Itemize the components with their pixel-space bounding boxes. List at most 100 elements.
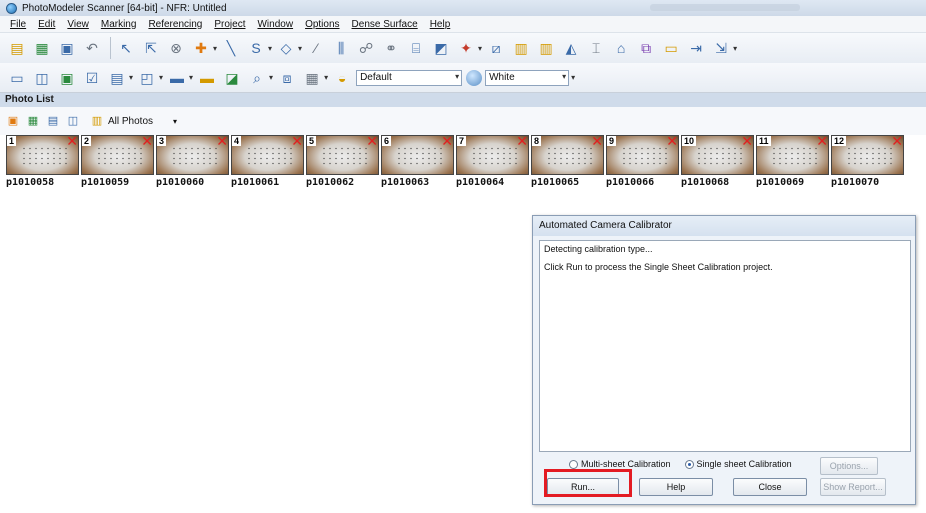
photo-thumbnail[interactable]: 4 ✕ p1010061 [231, 135, 304, 193]
chevron-down-icon[interactable]: ▾ [298, 44, 302, 53]
menu-help[interactable]: Help [424, 19, 457, 30]
photo-thumbnail[interactable]: 7 ✕ p1010064 [456, 135, 529, 193]
table2-icon[interactable]: ▥ [535, 37, 557, 59]
options-button[interactable]: Options... [820, 457, 878, 475]
chevron-down-icon[interactable]: ▾ [129, 73, 133, 82]
background-color-combo[interactable]: White ▾ [485, 69, 570, 86]
photo-image[interactable]: 11 ✕ [756, 135, 829, 175]
display-mode-combo[interactable]: Default ▾ [356, 69, 463, 86]
photo-thumbnail[interactable]: 3 ✕ p1010060 [156, 135, 229, 193]
display-mode-icon[interactable]: ◒ [331, 67, 353, 89]
chevron-down-icon[interactable]: ▾ [189, 73, 193, 82]
photo-thumbnail[interactable]: 2 ✕ p1010059 [81, 135, 154, 193]
photo-image[interactable]: 2 ✕ [81, 135, 154, 175]
photo-properties-icon[interactable]: ◫ [66, 114, 80, 128]
export-icon[interactable]: ⇥ [685, 37, 707, 59]
image-icon[interactable]: ◪ [221, 67, 243, 89]
show-report-button[interactable]: Show Report... [820, 478, 886, 496]
chevron-down-icon[interactable]: ▾ [733, 44, 737, 53]
panel-icon[interactable]: ▬ [166, 67, 188, 89]
photo-thumbnail[interactable]: 8 ✕ p1010065 [531, 135, 604, 193]
menu-file[interactable]: File [4, 19, 32, 30]
photo-thumbnail[interactable]: 12 ✕ p1010070 [831, 135, 904, 193]
export2-icon[interactable]: ⇲ [710, 37, 732, 59]
camera-icon[interactable]: ◩ [430, 37, 452, 59]
thumbnail-size-icon[interactable]: ▣ [6, 114, 20, 128]
list-view-icon[interactable]: ▤ [46, 114, 60, 128]
new-project-icon[interactable]: ▤ [6, 37, 28, 59]
grid-icon[interactable]: ▦ [301, 67, 323, 89]
photo-image[interactable]: 5 ✕ [306, 135, 379, 175]
photo-image[interactable]: 10 ✕ [681, 135, 754, 175]
process-icon[interactable]: ⧄ [485, 37, 507, 59]
ruler-icon[interactable]: ▬ [196, 67, 218, 89]
chevron-down-icon[interactable]: ▾ [571, 73, 575, 82]
mark-line-icon[interactable]: ╲ [220, 37, 242, 59]
photo-thumbnail[interactable]: 5 ✕ p1010062 [306, 135, 379, 193]
open-project-icon[interactable]: ▦ [31, 37, 53, 59]
graph-icon[interactable]: ◭ [560, 37, 582, 59]
measure-icon[interactable]: ⌶ [585, 37, 607, 59]
mesh-icon[interactable]: ⧉ [635, 37, 657, 59]
menu-view[interactable]: View [61, 19, 95, 30]
photo-image[interactable]: 8 ✕ [531, 135, 604, 175]
window-icon[interactable]: ◰ [136, 67, 158, 89]
photo-image[interactable]: 9 ✕ [606, 135, 679, 175]
menu-project[interactable]: Project [208, 19, 251, 30]
menu-referencing[interactable]: Referencing [142, 19, 208, 30]
chevron-down-icon[interactable]: ▾ [213, 44, 217, 53]
photo-image[interactable]: 3 ✕ [156, 135, 229, 175]
fit-icon[interactable]: ⧈ [276, 67, 298, 89]
mark-point-icon[interactable]: ✚ [190, 37, 212, 59]
photo-thumbnail[interactable]: 10 ✕ p1010068 [681, 135, 754, 193]
log-line: Click Run to process the Single Sheet Ca… [544, 262, 773, 272]
menu-window[interactable]: Window [251, 19, 299, 30]
reference-icon[interactable]: ☍ [355, 37, 377, 59]
photo-filter-combo[interactable]: ▥ All Photos ▾ [90, 114, 177, 128]
edge-icon[interactable]: ⁄ [305, 37, 327, 59]
view-zoom-icon[interactable]: ◫ [31, 67, 53, 89]
photo-image[interactable]: 7 ✕ [456, 135, 529, 175]
menu-edit[interactable]: Edit [32, 19, 61, 30]
close-button[interactable]: Close [733, 478, 807, 496]
chevron-down-icon[interactable]: ▾ [478, 44, 482, 53]
menu-dense-surface[interactable]: Dense Surface [346, 19, 424, 30]
photo-thumbnail[interactable]: 1 ✕ p1010058 [6, 135, 79, 193]
layout-icon[interactable]: ▤ [106, 67, 128, 89]
photo-image[interactable]: 6 ✕ [381, 135, 454, 175]
cancel-tool-icon[interactable]: ⊗ [165, 37, 187, 59]
zoom-icon[interactable]: ⌕ [246, 67, 268, 89]
photo-thumbnail[interactable]: 6 ✕ p1010063 [381, 135, 454, 193]
undo-icon[interactable]: ↶ [81, 37, 103, 59]
link-icon[interactable]: ⚭ [380, 37, 402, 59]
multi-sheet-radio[interactable] [569, 459, 578, 469]
target-icon[interactable]: ✦ [455, 37, 477, 59]
view-3d-icon[interactable]: ▣ [56, 67, 78, 89]
save-icon[interactable]: ▣ [56, 37, 78, 59]
view-table-icon[interactable]: ☑ [81, 67, 103, 89]
note-icon[interactable]: ▭ [660, 37, 682, 59]
mark-curve-icon[interactable]: S [245, 37, 267, 59]
photo-image[interactable]: 1 ✕ [6, 135, 79, 175]
photo-thumbnail[interactable]: 11 ✕ p1010069 [756, 135, 829, 193]
thumbnail-grid-icon[interactable]: ▦ [26, 114, 40, 128]
folder-icon[interactable]: ⌂ [610, 37, 632, 59]
mark-shape-icon[interactable]: ◇ [275, 37, 297, 59]
menu-marking[interactable]: Marking [95, 19, 143, 30]
surface-icon[interactable]: ⌸ [405, 37, 427, 59]
chevron-down-icon[interactable]: ▾ [269, 73, 273, 82]
help-button[interactable]: Help [639, 478, 713, 496]
chevron-down-icon[interactable]: ▾ [159, 73, 163, 82]
chevron-down-icon[interactable]: ▾ [268, 44, 272, 53]
table-icon[interactable]: ▥ [510, 37, 532, 59]
menu-options[interactable]: Options [299, 19, 345, 30]
photo-image[interactable]: 4 ✕ [231, 135, 304, 175]
chevron-down-icon[interactable]: ▾ [324, 73, 328, 82]
single-sheet-radio[interactable] [684, 459, 694, 469]
view-photo-icon[interactable]: ▭ [6, 67, 28, 89]
photo-image[interactable]: 12 ✕ [831, 135, 904, 175]
photo-thumbnail[interactable]: 9 ✕ p1010066 [606, 135, 679, 193]
cylinder-icon[interactable]: ⫼ [330, 37, 352, 59]
select-pointer-icon[interactable]: ↖ [115, 37, 137, 59]
multi-select-icon[interactable]: ⇱ [140, 37, 162, 59]
